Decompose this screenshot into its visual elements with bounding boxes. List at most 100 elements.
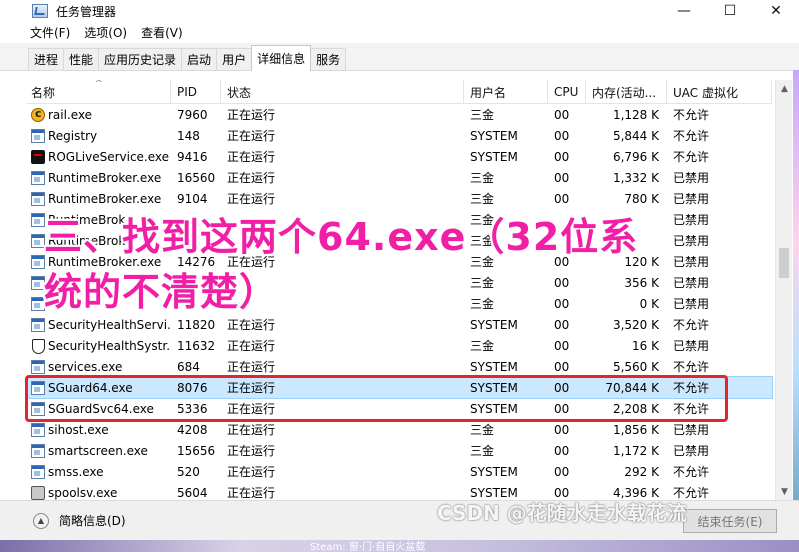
- table-row[interactable]: ROGLiveService.exe 9416 正在运行 SYSTEM 00 6,796 …: [27, 146, 772, 167]
- process-user: 三金: [470, 297, 495, 311]
- process-pid: 11820: [177, 317, 216, 332]
- menu-options[interactable]: 选项(O): [84, 24, 127, 41]
- table-row[interactable]: rail.exe 7960 正在运行 三金 00 1,128 K 不允许: [27, 104, 772, 125]
- table-row[interactable]: SecurityHealthSystr... 11632 正在运行 三金 00 16 K 已…: [27, 335, 772, 356]
- table-row[interactable]: 三金 00 0 K 已禁用: [27, 293, 772, 314]
- fewer-details-label: 简略信息(D): [59, 514, 126, 528]
- process-status: 正在运行: [227, 360, 276, 374]
- process-status: 正在运行: [227, 255, 276, 269]
- process-user: SYSTEM: [470, 401, 518, 416]
- table-row[interactable]: smartscreen.exe 15656 正在运行 三金 00 1,172 K 已禁用: [27, 440, 772, 461]
- fewer-details-button[interactable]: ▲ 简略信息(D): [33, 512, 126, 529]
- column-header-status[interactable]: 状态: [221, 80, 464, 104]
- column-header-uac[interactable]: UAC 虚拟化: [667, 80, 772, 104]
- process-user: SYSTEM: [470, 485, 518, 500]
- scroll-down-icon[interactable]: ▼: [776, 483, 792, 500]
- column-header-cpu[interactable]: CPU: [548, 80, 586, 104]
- minimize-button[interactable]: —: [661, 0, 707, 22]
- process-user: SYSTEM: [470, 317, 518, 332]
- window-title: 任务管理器: [56, 4, 117, 19]
- process-name-text: RuntimeBroker.exe: [48, 191, 162, 206]
- app-window-icon: [31, 296, 45, 311]
- process-name: [27, 272, 171, 293]
- process-cpu: 00: [554, 107, 570, 122]
- column-header-memory[interactable]: 内存(活动...: [586, 80, 667, 104]
- process-name: RuntimeBrok: [27, 209, 171, 230]
- maximize-button[interactable]: ☐: [707, 0, 753, 22]
- tab-startup[interactable]: 启动: [181, 48, 218, 70]
- tab-details[interactable]: 详细信息: [251, 45, 312, 71]
- tab-performance[interactable]: 性能: [63, 48, 100, 70]
- process-status: 正在运行: [227, 465, 276, 479]
- process-cpu: 00: [554, 128, 570, 143]
- tab-app-history[interactable]: 应用历史记录: [98, 48, 183, 70]
- process-pid: 148: [177, 128, 200, 143]
- column-header-name[interactable]: 名称 ^: [27, 80, 171, 104]
- column-header-user[interactable]: 用户名: [464, 80, 548, 104]
- app-window-icon: [31, 380, 45, 395]
- table-row[interactable]: sihost.exe 4208 正在运行 三金 00 1,856 K 已禁用: [27, 419, 772, 440]
- process-pid: [171, 293, 221, 314]
- table-row[interactable]: RuntimeBroker.exe 9104 正在运行 三金 00 780 K 已禁用: [27, 188, 772, 209]
- table-row[interactable]: smss.exe 520 正在运行 SYSTEM 00 292 K 不允许: [27, 461, 772, 482]
- app-window-icon: [31, 254, 45, 269]
- menu-file[interactable]: 文件(F): [30, 24, 70, 41]
- table-row[interactable]: spoolsv.exe 5604 正在运行 SYSTEM 00 4,396 K 不允许: [27, 482, 772, 500]
- app-window-icon: [31, 359, 45, 374]
- process-name: smartscreen.exe: [27, 440, 171, 461]
- vertical-scrollbar[interactable]: ▲ ▼: [775, 80, 792, 500]
- chevron-up-icon: ▲: [33, 512, 49, 529]
- process-memory: [586, 230, 667, 251]
- app-window-icon: [31, 191, 45, 206]
- desktop-taskbar-strip: Steam: 窗·门·自自火盆载: [0, 540, 799, 552]
- app-window-icon: [31, 464, 45, 479]
- end-task-button[interactable]: 结束任务(E): [683, 509, 777, 533]
- process-name: RuntimeBroker.exe: [27, 188, 171, 209]
- table-row[interactable]: SecurityHealthServi... 11820 正在运行 SYSTEM 00 3…: [27, 314, 772, 335]
- process-uac: 已禁用: [673, 444, 710, 458]
- process-name: SGuardSvc64.exe: [27, 398, 171, 419]
- menu-view[interactable]: 查看(V): [141, 24, 183, 41]
- process-uac: 不允许: [673, 360, 710, 374]
- process-user: 三金: [470, 192, 495, 206]
- desktop-background-edge: [793, 70, 799, 500]
- process-uac: 已禁用: [673, 339, 710, 353]
- process-uac: 已禁用: [673, 171, 710, 185]
- process-memory: 5,560 K: [612, 359, 659, 374]
- tab-users[interactable]: 用户: [216, 48, 253, 70]
- app-window-icon: [31, 275, 45, 290]
- table-row[interactable]: RuntimeBroker.exe 14276 正在运行 三金 00 120 K 已禁用: [27, 251, 772, 272]
- table-row[interactable]: 三金 00 356 K 已禁用: [27, 272, 772, 293]
- close-button[interactable]: ✕: [753, 0, 799, 22]
- scroll-thumb[interactable]: [779, 248, 789, 278]
- menu-bar: 文件(F) 选项(O) 查看(V): [0, 22, 799, 43]
- table-row[interactable]: RuntimeBroker.exe 16560 正在运行 三金 00 1,332 K 已禁用: [27, 167, 772, 188]
- scroll-up-icon[interactable]: ▲: [776, 80, 792, 97]
- process-pid: 16560: [177, 170, 216, 185]
- title-bar: 任务管理器 — ☐ ✕: [0, 0, 799, 22]
- process-name-text: RuntimeBroker.exe: [48, 254, 162, 269]
- process-uac: 已禁用: [673, 192, 710, 206]
- table-row[interactable]: RuntimeBrok 三金 已禁用: [27, 230, 772, 251]
- tab-processes[interactable]: 进程: [28, 48, 65, 70]
- table-row[interactable]: services.exe 684 正在运行 SYSTEM 00 5,560 K 不允许: [27, 356, 772, 377]
- tab-services[interactable]: 服务: [310, 48, 347, 70]
- rail-app-icon: [31, 107, 45, 122]
- process-memory: 1,172 K: [612, 443, 659, 458]
- process-name-text: RuntimeBrok: [48, 233, 126, 248]
- process-cpu: 00: [554, 485, 570, 500]
- table-row[interactable]: Registry 148 正在运行 SYSTEM 00 5,844 K 不允许: [27, 125, 772, 146]
- app-window-icon: [31, 422, 45, 437]
- app-window-icon: [31, 317, 45, 332]
- process-status: 正在运行: [227, 423, 276, 437]
- table-row[interactable]: SGuardSvc64.exe 5336 正在运行 SYSTEM 00 2,208 K 不允…: [27, 398, 772, 419]
- column-header-pid[interactable]: PID: [171, 80, 221, 104]
- table-row[interactable]: SGuard64.exe 8076 正在运行 SYSTEM 00 70,844 K 不允许: [27, 376, 773, 399]
- table-row[interactable]: RuntimeBrok 三金 已禁用: [27, 209, 772, 230]
- details-table: 名称 ^ PID 状态 用户名 CPU 内存(活动... UAC 虚拟化 rai…: [27, 80, 792, 500]
- process-status: 正在运行: [227, 318, 276, 332]
- process-name-text: ROGLiveService.exe: [48, 149, 170, 164]
- rog-service-icon: [31, 149, 45, 164]
- footer: ▲ 简略信息(D) 结束任务(E): [0, 500, 799, 540]
- process-memory: 6,796 K: [612, 149, 659, 164]
